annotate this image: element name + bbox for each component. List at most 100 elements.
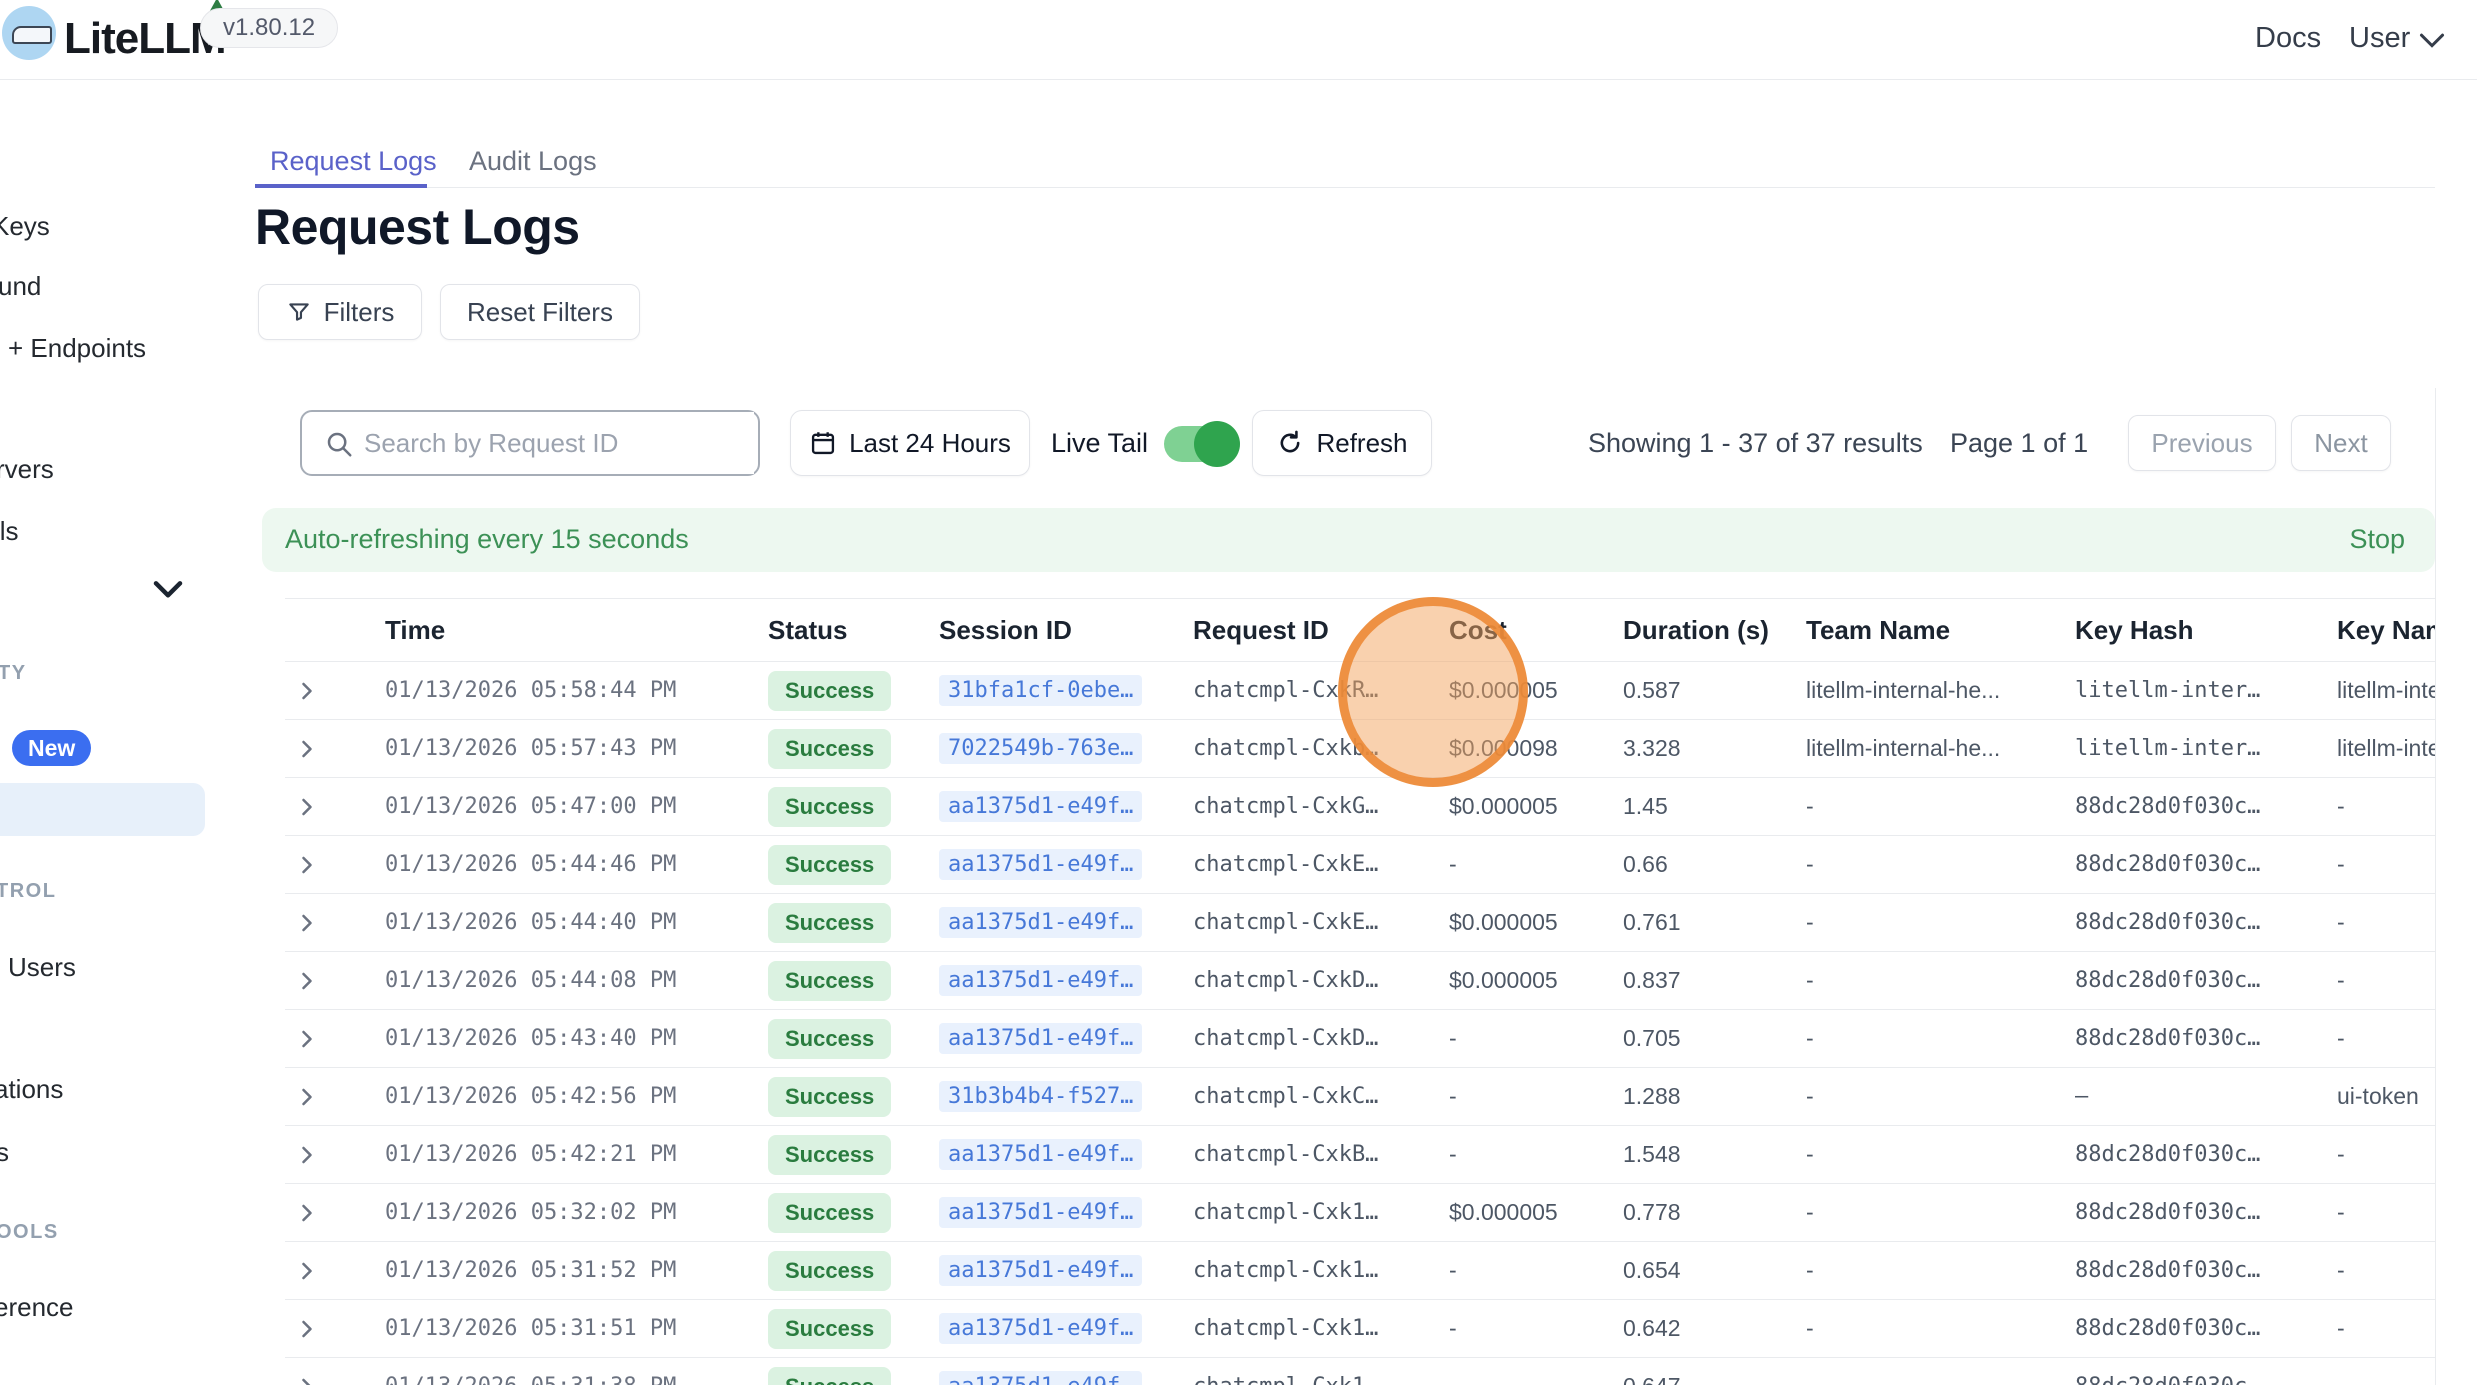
user-menu[interactable]: User — [2349, 22, 2410, 55]
status-cell: Success — [768, 787, 939, 827]
cost-cell: - — [1449, 1025, 1623, 1052]
key-hash-cell: 88dc28d0f030c… — [2075, 794, 2337, 819]
expand-row-button[interactable] — [285, 735, 385, 763]
expand-row-button[interactable] — [285, 1315, 385, 1343]
team-name-cell: - — [1806, 793, 2075, 820]
session-id-link[interactable]: aa1375d1-e49f… — [939, 1371, 1142, 1385]
sidebar-item-keys[interactable]: Keys — [0, 211, 50, 242]
auto-refresh-banner: Auto-refreshing every 15 seconds Stop — [262, 508, 2435, 572]
table-row: 01/13/2026 05:31:51 PMSuccessaa1375d1-e4… — [285, 1300, 2435, 1358]
status-badge: Success — [768, 1309, 891, 1349]
duration-cell: 0.642 — [1623, 1315, 1806, 1342]
live-tail-toggle[interactable] — [1164, 426, 1234, 462]
expand-row-button[interactable] — [285, 1141, 385, 1169]
session-id-cell: aa1375d1-e49f… — [939, 1371, 1193, 1385]
sidebar-item-users[interactable]: Users — [8, 952, 76, 983]
filter-funnel-icon — [286, 299, 312, 325]
refresh-label: Refresh — [1316, 428, 1407, 459]
refresh-icon — [1276, 429, 1304, 457]
key-hash-cell: 88dc28d0f030c… — [2075, 1316, 2337, 1341]
column-header: Request ID — [1193, 615, 1449, 646]
status-badge: Success — [768, 1019, 891, 1059]
status-badge: Success — [768, 671, 891, 711]
reset-filters-button[interactable]: Reset Filters — [440, 284, 640, 340]
time-cell: 01/13/2026 05:32:02 PM — [385, 1200, 768, 1225]
next-label: Next — [2314, 428, 2367, 459]
tab-audit-logs[interactable]: Audit Logs — [469, 146, 597, 177]
key-hash-cell: 88dc28d0f030c… — [2075, 910, 2337, 935]
status-badge: Success — [768, 961, 891, 1001]
cost-cell: $0.000005 — [1449, 793, 1623, 820]
tab-request-logs[interactable]: Request Logs — [270, 146, 437, 177]
team-name-cell: - — [1806, 967, 2075, 994]
cost-cell: - — [1449, 1373, 1623, 1385]
sidebar-section-access-control: TROL — [0, 880, 56, 903]
docs-link[interactable]: Docs — [2255, 22, 2321, 55]
session-id-link[interactable]: 31b3b4b4-f527… — [939, 1081, 1142, 1112]
status-cell: Success — [768, 903, 939, 943]
sidebar-selected-item[interactable] — [0, 783, 205, 836]
expand-row-button[interactable] — [285, 677, 385, 705]
status-badge: Success — [768, 1135, 891, 1175]
session-id-cell: aa1375d1-e49f… — [939, 849, 1193, 880]
sidebar-collapse-chevron-icon[interactable] — [152, 578, 184, 602]
expand-row-button[interactable] — [285, 1083, 385, 1111]
duration-cell: 0.837 — [1623, 967, 1806, 994]
expand-row-button[interactable] — [285, 1257, 385, 1285]
session-id-link[interactable]: aa1375d1-e49f… — [939, 1197, 1142, 1228]
session-id-link[interactable]: aa1375d1-e49f… — [939, 849, 1142, 880]
session-id-link[interactable]: aa1375d1-e49f… — [939, 1255, 1142, 1286]
expand-row-button[interactable] — [285, 967, 385, 995]
time-cell: 01/13/2026 05:31:52 PM — [385, 1258, 768, 1283]
expand-row-button[interactable] — [285, 1025, 385, 1053]
chevron-down-icon[interactable] — [2418, 30, 2446, 52]
team-name-cell: - — [1806, 1373, 2075, 1385]
key-name-cell: - — [2337, 967, 2435, 994]
team-name-cell: litellm-internal-he... — [1806, 677, 2075, 704]
sidebar-item-reference[interactable]: erence — [0, 1292, 74, 1323]
active-tab-underline — [255, 184, 427, 188]
expand-row-button[interactable] — [285, 909, 385, 937]
time-range-button[interactable]: Last 24 Hours — [790, 410, 1030, 476]
session-id-link[interactable]: aa1375d1-e49f… — [939, 1139, 1142, 1170]
key-hash-cell: 88dc28d0f030c… — [2075, 968, 2337, 993]
tabs-divider — [255, 187, 2435, 188]
status-cell: Success — [768, 961, 939, 1001]
search-input[interactable] — [364, 412, 754, 474]
request-id-cell: chatcmpl-Cxk1… — [1193, 1316, 1449, 1341]
expand-row-button[interactable] — [285, 793, 385, 821]
session-id-link[interactable]: 31bfa1cf-0ebe… — [939, 675, 1142, 706]
team-name-cell: - — [1806, 1199, 2075, 1226]
sidebar-item-guardrails[interactable]: ils — [0, 516, 19, 547]
session-id-link[interactable]: aa1375d1-e49f… — [939, 907, 1142, 938]
request-id-cell: chatcmpl-CxkE… — [1193, 852, 1449, 877]
refresh-button[interactable]: Refresh — [1252, 410, 1432, 476]
session-id-link[interactable]: aa1375d1-e49f… — [939, 965, 1142, 996]
expand-row-button[interactable] — [285, 851, 385, 879]
sidebar-item-organizations[interactable]: ations — [0, 1074, 63, 1105]
duration-cell: 0.654 — [1623, 1257, 1806, 1284]
expand-row-button[interactable] — [285, 1373, 385, 1385]
sidebar-item-endpoints[interactable]: + Endpoints — [8, 333, 146, 364]
table-row: 01/13/2026 05:58:44 PMSuccess31bfa1cf-0e… — [285, 662, 2435, 720]
duration-cell: 0.778 — [1623, 1199, 1806, 1226]
request-id-cell: chatcmpl-Cxk1… — [1193, 1258, 1449, 1283]
session-id-cell: aa1375d1-e49f… — [939, 791, 1193, 822]
next-page-button[interactable]: Next — [2291, 415, 2391, 471]
session-id-link[interactable]: 7022549b-763e… — [939, 733, 1142, 764]
expand-row-button[interactable] — [285, 1199, 385, 1227]
session-id-link[interactable]: aa1375d1-e49f… — [939, 1023, 1142, 1054]
session-id-link[interactable]: aa1375d1-e49f… — [939, 791, 1142, 822]
sidebar-item-servers[interactable]: rvers — [0, 454, 54, 485]
sidebar-section-tools: OOLS — [0, 1221, 59, 1244]
stop-auto-refresh-button[interactable]: Stop — [2349, 524, 2405, 555]
sidebar-item-playground[interactable]: und — [0, 271, 41, 302]
previous-page-button[interactable]: Previous — [2128, 415, 2276, 471]
session-id-link[interactable]: aa1375d1-e49f… — [939, 1313, 1142, 1344]
filters-button[interactable]: Filters — [258, 284, 422, 340]
request-id-cell: chatcmpl-CxkD… — [1193, 968, 1449, 993]
key-hash-cell: 88dc28d0f030c… — [2075, 1258, 2337, 1283]
request-id-cell: chatcmpl-CxkR… — [1193, 678, 1449, 703]
sidebar-item-teams[interactable]: s — [0, 1137, 9, 1168]
table-row: 01/13/2026 05:31:38 PMSuccessaa1375d1-e4… — [285, 1358, 2435, 1385]
